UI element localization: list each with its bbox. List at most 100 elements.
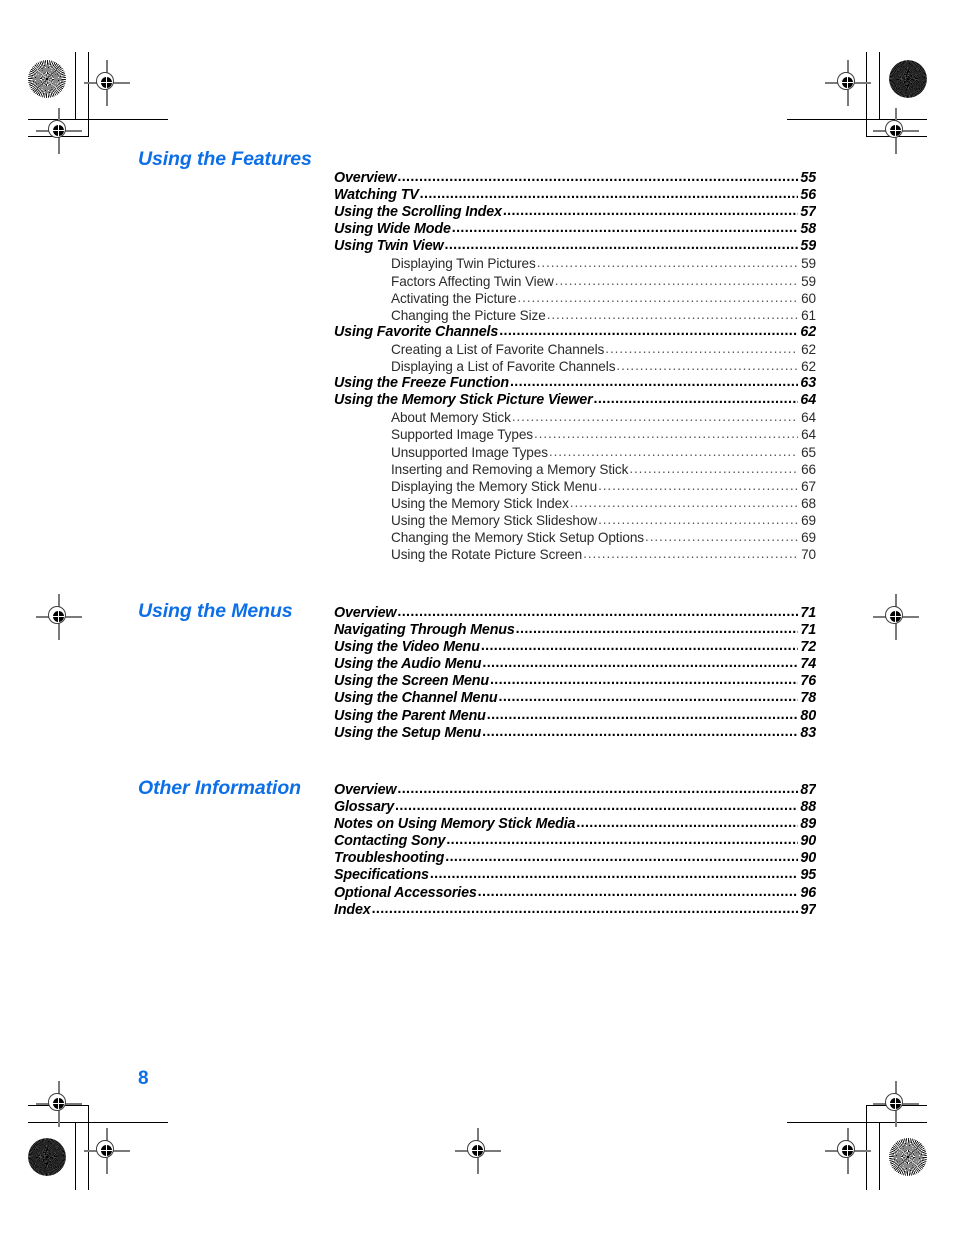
toc-entry-page-number: 64 [800, 392, 816, 409]
toc-entry-label: Watching TV [334, 187, 419, 204]
page-number: 8 [138, 1068, 149, 1089]
toc-dot-leader [397, 605, 798, 621]
toc-entry-label: Using the Video Menu [334, 639, 480, 656]
toc-entry[interactable]: Using the Memory Stick Index 68 [334, 495, 816, 512]
toc-entry[interactable]: Specifications 95 [334, 867, 816, 884]
toc-dot-leader [445, 238, 799, 254]
toc-entry-label: Glossary [334, 799, 394, 816]
toc-entry[interactable]: Using the Video Menu 72 [334, 639, 816, 656]
toc-entry-label: Using the Memory Stick Index [391, 495, 569, 511]
toc-entry[interactable]: Unsupported Image Types 65 [334, 444, 816, 461]
toc-entry-label: Displaying the Memory Stick Menu [391, 478, 598, 494]
toc-entry-label: Troubleshooting [334, 850, 445, 867]
toc-entry[interactable]: Using the Freeze Function 63 [334, 375, 816, 392]
toc-dot-leader [446, 833, 798, 849]
toc-entry[interactable]: Displaying a List of Favorite Channels 62 [334, 358, 816, 375]
toc-entry-page-number: 63 [800, 375, 816, 392]
toc-dot-leader [576, 816, 798, 832]
toc-entry[interactable]: Using the Channel Menu 78 [334, 690, 816, 707]
toc-entry[interactable]: Creating a List of Favorite Channels 62 [334, 341, 816, 358]
toc-entry[interactable]: Using the Setup Menu 83 [334, 725, 816, 742]
toc-entry-label: Optional Accessories [334, 884, 477, 901]
toc-entry[interactable]: Watching TV 56 [334, 187, 816, 204]
toc-entry-label: Using Wide Mode [334, 221, 451, 238]
toc-entry[interactable]: Using the Screen Menu 76 [334, 673, 816, 690]
toc-entry-page-number: 64 [801, 427, 816, 443]
toc-entry-label: Using the Parent Menu [334, 707, 486, 724]
toc-entry-page-number: 80 [800, 707, 816, 724]
toc-entry-page-number: 74 [800, 656, 816, 673]
toc-entry-label: Specifications [334, 867, 429, 884]
toc-entry[interactable]: Using Wide Mode 58 [334, 221, 816, 238]
toc-dot-leader [629, 461, 798, 477]
toc-entry-label: Overview [334, 170, 397, 186]
toc-entry-page-number: 58 [800, 221, 816, 238]
toc-entry[interactable]: Overview 87 [334, 782, 816, 799]
toc-entry[interactable]: Overview 71 [334, 605, 816, 622]
toc-dot-leader [645, 529, 798, 545]
toc-entry[interactable]: Using the Rotate Picture Screen 70 [334, 546, 816, 563]
toc-entry[interactable]: Changing the Memory Stick Setup Options 6… [334, 529, 816, 546]
toc-entry[interactable]: Using the Memory Stick Slideshow 69 [334, 512, 816, 529]
toc-entry[interactable]: Activating the Picture 60 [334, 290, 816, 307]
toc-entry[interactable]: Displaying the Memory Stick Menu 67 [334, 478, 816, 495]
toc-entry-page-number: 64 [801, 410, 816, 426]
toc-entry-page-number: 83 [800, 724, 816, 741]
toc-dot-leader [430, 867, 798, 883]
toc-entry-page-number: 90 [800, 833, 816, 850]
toc-entry-page-number: 61 [801, 307, 816, 323]
toc-entry[interactable]: Using Twin View 59 [334, 238, 816, 255]
toc-entry[interactable]: Notes on Using Memory Stick Media 89 [334, 816, 816, 833]
toc-entry-label: Using the Channel Menu [334, 690, 498, 707]
toc-entry-page-number: 68 [801, 495, 816, 511]
toc-entry-page-number: 69 [801, 529, 816, 545]
toc-entry-label: Using the Audio Menu [334, 656, 482, 673]
toc-entry[interactable]: Supported Image Types 64 [334, 426, 816, 443]
toc-entry-label: Using the Setup Menu [334, 724, 482, 741]
toc-entry-label: Activating the Picture [391, 290, 517, 306]
toc-entry-page-number: 90 [800, 850, 816, 867]
toc-entry-page-number: 87 [800, 782, 816, 798]
toc-dot-leader [518, 290, 799, 306]
table-of-contents-page: Using the Features Overview55Watching TV… [0, 0, 954, 1235]
toc-entry[interactable]: Index 97 [334, 902, 816, 919]
toc-entry[interactable]: Navigating Through Menus 71 [334, 622, 816, 639]
toc-entry[interactable]: Using the Memory Stick Picture Viewer 64 [334, 392, 816, 409]
toc-entry[interactable]: Overview 55 [334, 170, 816, 187]
toc-entry[interactable]: Troubleshooting 90 [334, 850, 816, 867]
toc-entry[interactable]: Using Favorite Channels 62 [334, 324, 816, 341]
toc-entry-page-number: 70 [801, 547, 816, 563]
toc-entry-page-number: 62 [801, 359, 816, 375]
toc-entry[interactable]: About Memory Stick 64 [334, 409, 816, 426]
toc-entry-page-number: 62 [800, 323, 816, 340]
toc-dot-leader [534, 426, 798, 442]
toc-entry-label: Factors Affecting Twin View [391, 273, 554, 289]
toc-entry[interactable]: Factors Affecting Twin View 59 [334, 273, 816, 290]
toc-entry-label: Using the Rotate Picture Screen [391, 547, 583, 563]
toc-entry[interactable]: Contacting Sony 90 [334, 833, 816, 850]
toc-entry[interactable]: Glossary 88 [334, 799, 816, 816]
toc-entry-page-number: 95 [800, 867, 816, 884]
toc-dot-leader [516, 622, 798, 638]
toc-entry[interactable]: Using the Scrolling Index 57 [334, 204, 816, 221]
toc-entry[interactable]: Using the Audio Menu 74 [334, 656, 816, 673]
toc-entry[interactable]: Using the Parent Menu 80 [334, 708, 816, 725]
toc-entry[interactable]: Changing the Picture Size 61 [334, 307, 816, 324]
toc-entry-page-number: 89 [800, 816, 816, 833]
toc-dot-leader [570, 495, 798, 511]
toc-entry-list: Overview 87Glossary88Notes on Using Memor… [334, 782, 816, 919]
toc-entry[interactable]: Inserting and Removing a Memory Stick 66 [334, 461, 816, 478]
toc-entry-page-number: 76 [800, 673, 816, 690]
toc-dot-leader [482, 656, 798, 672]
toc-entry-page-number: 59 [801, 256, 816, 272]
toc-dot-leader [512, 409, 798, 425]
toc-entry[interactable]: Displaying Twin Pictures 59 [334, 255, 816, 272]
toc-entry-label: Notes on Using Memory Stick Media [334, 816, 576, 833]
toc-entry-page-number: 78 [800, 690, 816, 707]
toc-entry-label: Overview [334, 782, 397, 798]
toc-entry-page-number: 67 [801, 478, 816, 494]
toc-dot-leader [555, 273, 798, 289]
toc-entry[interactable]: Optional Accessories 96 [334, 885, 816, 902]
toc-entry-label: Index [334, 901, 371, 918]
toc-entry-page-number: 59 [801, 273, 816, 289]
